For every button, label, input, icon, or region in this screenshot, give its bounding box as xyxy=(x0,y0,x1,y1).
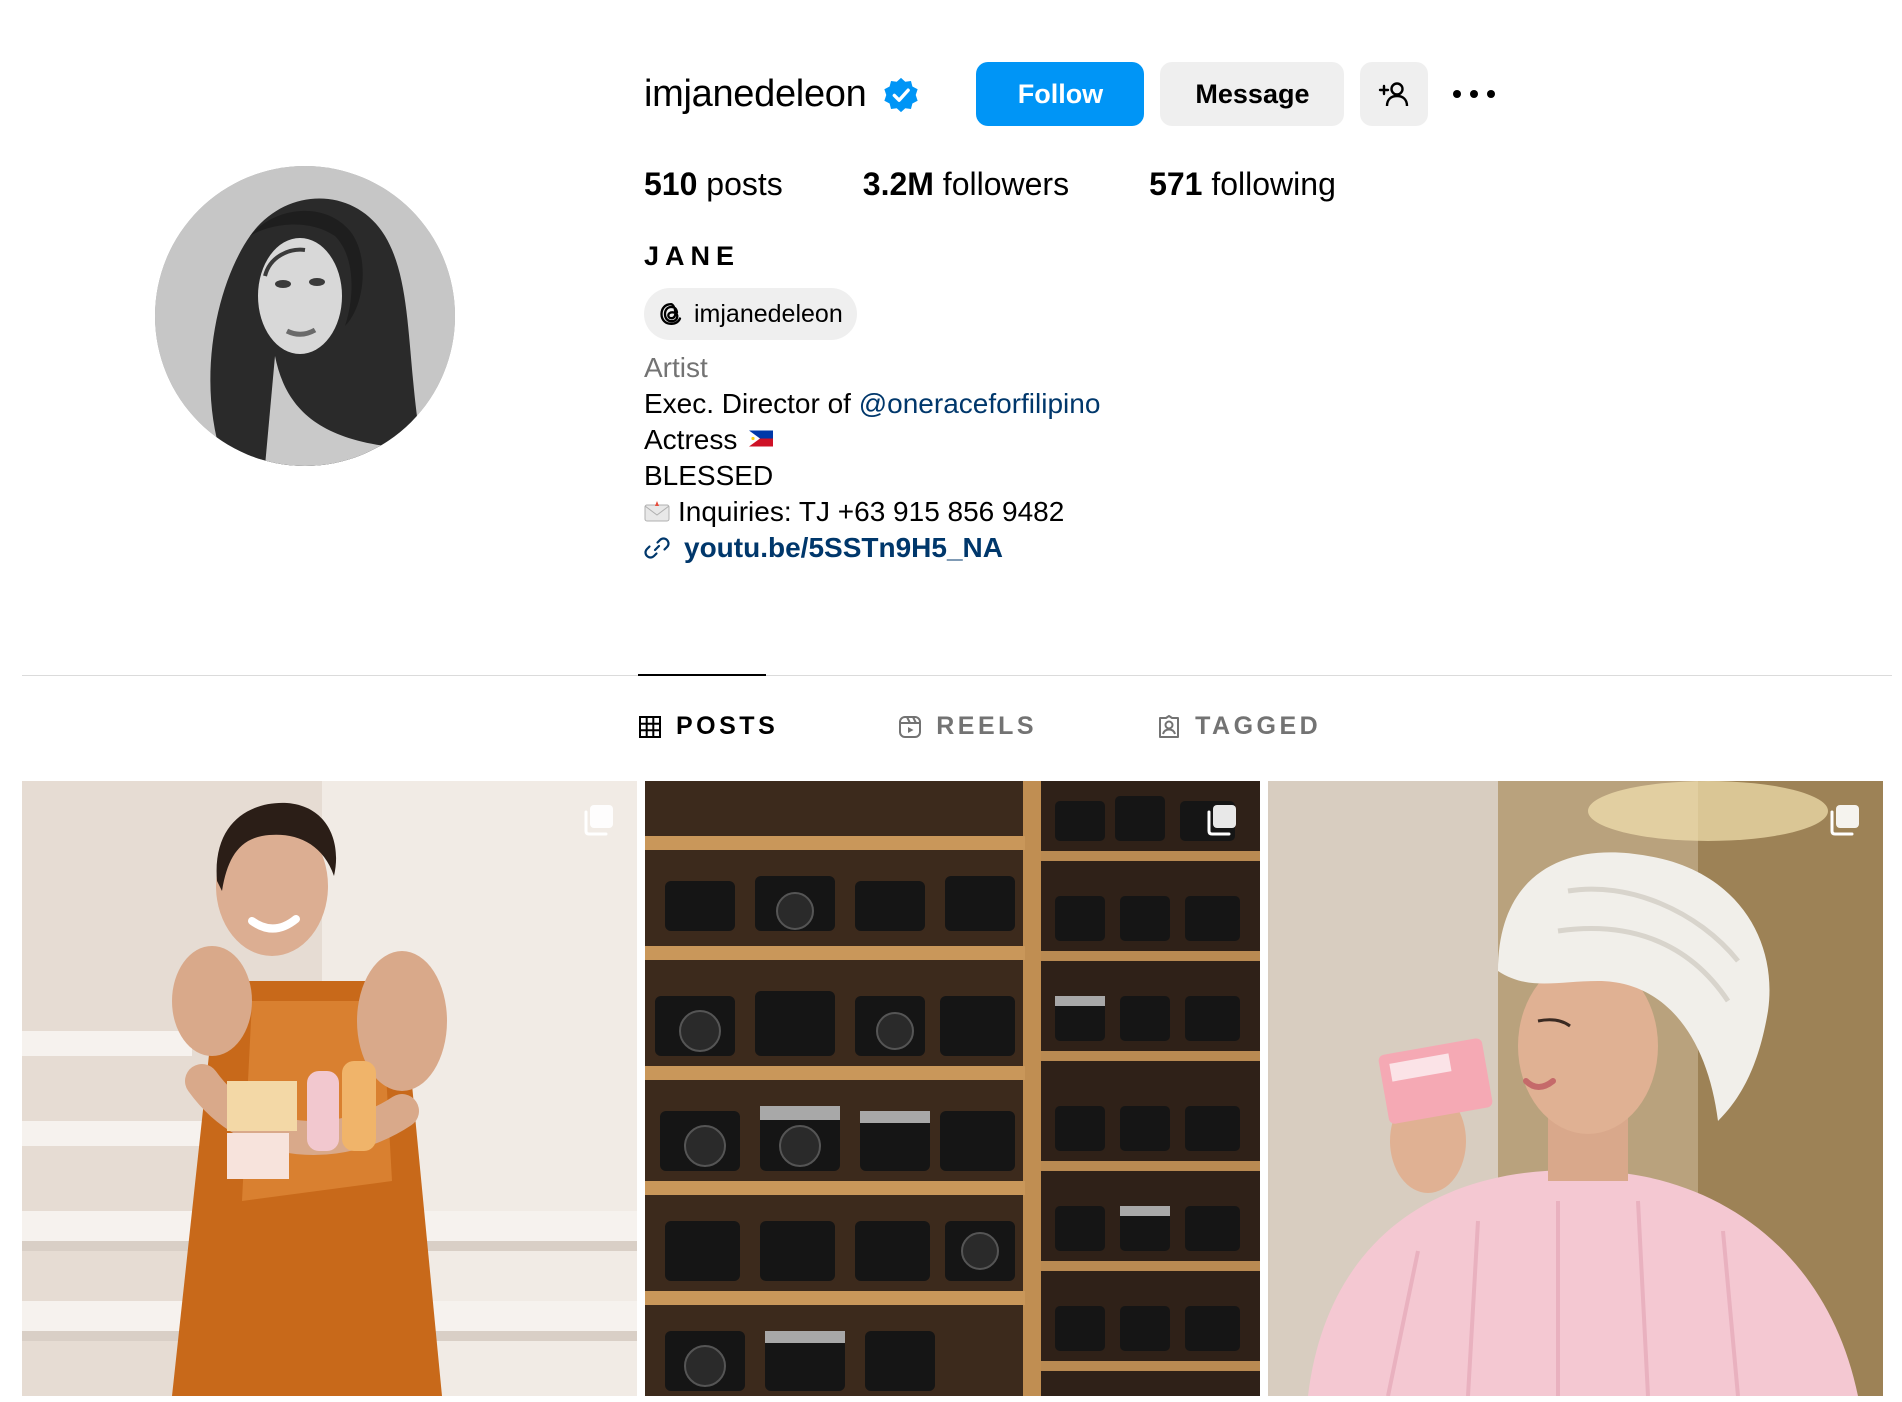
posts-label: posts xyxy=(706,166,783,202)
tab-posts[interactable]: POSTS xyxy=(638,712,778,741)
followers-stat[interactable]: 3.2M followers xyxy=(863,166,1069,203)
following-stat[interactable]: 571 following xyxy=(1149,166,1336,203)
posts-grid xyxy=(22,781,1883,1396)
avatar-image xyxy=(155,166,455,466)
profile-info: imjanedeleon Follow Message 510 posts 3.… xyxy=(644,60,1744,570)
carousel-icon xyxy=(1830,805,1859,836)
profile-stats: 510 posts 3.2M followers 571 following xyxy=(644,166,1744,203)
post-image-towel-pajamas xyxy=(1268,781,1883,1396)
post-tile[interactable] xyxy=(1268,781,1883,1396)
tabs-divider xyxy=(22,675,1892,676)
tab-reels[interactable]: REELS xyxy=(898,712,1037,741)
bio-inquiries-text: Inquiries: TJ +63 915 856 9482 xyxy=(678,496,1065,527)
bio-mention-link[interactable]: @oneraceforfilipino xyxy=(859,388,1101,419)
post-image-orange-dress xyxy=(22,781,637,1396)
tab-posts-label: POSTS xyxy=(676,712,779,740)
grid-icon xyxy=(639,715,661,738)
carousel-icon xyxy=(1207,805,1236,836)
profile-tabs: POSTS REELS TAGGED xyxy=(638,712,1441,741)
followers-count: 3.2M xyxy=(862,166,934,202)
tagged-icon xyxy=(1159,714,1180,738)
tab-reels-label: REELS xyxy=(936,712,1038,740)
carousel-icon xyxy=(584,805,613,836)
profile-bio: Artist Exec. Director of @oneraceforfili… xyxy=(644,350,1744,570)
follow-button[interactable]: Follow xyxy=(976,62,1145,126)
post-tile[interactable] xyxy=(645,781,1260,1396)
envelope-icon xyxy=(644,500,670,522)
threads-badge[interactable]: imjanedeleon xyxy=(644,288,857,340)
profile-category: Artist xyxy=(644,352,708,383)
followers-label: followers xyxy=(942,166,1070,202)
threads-icon xyxy=(660,303,682,325)
following-count: 571 xyxy=(1149,166,1203,202)
bio-director-text: Exec. Director of xyxy=(644,388,859,419)
message-button[interactable]: Message xyxy=(1160,62,1345,126)
verified-badge-icon xyxy=(884,77,919,113)
bio-line-blessed: BLESSED xyxy=(644,460,774,491)
bio-actress-text: Actress xyxy=(644,424,738,455)
tab-tagged-label: TAGGED xyxy=(1195,712,1322,740)
posts-count: 510 xyxy=(644,166,698,202)
profile-header-row: imjanedeleon Follow Message xyxy=(644,60,1744,128)
external-link[interactable]: youtu.be/5SSTn9H5_NA xyxy=(644,530,1003,566)
profile-username: imjanedeleon xyxy=(644,72,867,115)
threads-handle: imjanedeleon xyxy=(694,299,843,328)
external-link-text: youtu.be/5SSTn9H5_NA xyxy=(684,532,1003,563)
more-options-button[interactable] xyxy=(1442,62,1506,126)
post-tile[interactable] xyxy=(22,781,637,1396)
post-image-camera-shelves xyxy=(645,781,1260,1396)
bio-link-row: youtu.be/5SSTn9H5_NA xyxy=(644,530,1744,570)
active-tab-indicator xyxy=(638,674,766,676)
tab-tagged[interactable]: TAGGED xyxy=(1157,712,1321,741)
reels-icon xyxy=(899,715,922,738)
following-label: following xyxy=(1211,166,1336,202)
profile-full-name: JANE xyxy=(644,241,741,271)
add-person-icon xyxy=(1379,82,1409,107)
profile-avatar[interactable] xyxy=(155,166,455,466)
similar-accounts-button[interactable] xyxy=(1360,62,1429,126)
bio-line-actress: Actress xyxy=(644,422,1744,458)
link-icon xyxy=(644,537,670,559)
more-options-icon xyxy=(1453,90,1496,98)
bio-line-director: Exec. Director of @oneraceforfilipino xyxy=(644,386,1744,422)
posts-stat: 510 posts xyxy=(644,166,783,203)
bio-line-inquiries: Inquiries: TJ +63 915 856 9482 xyxy=(644,494,1744,530)
philippine-flag-icon xyxy=(749,430,774,447)
